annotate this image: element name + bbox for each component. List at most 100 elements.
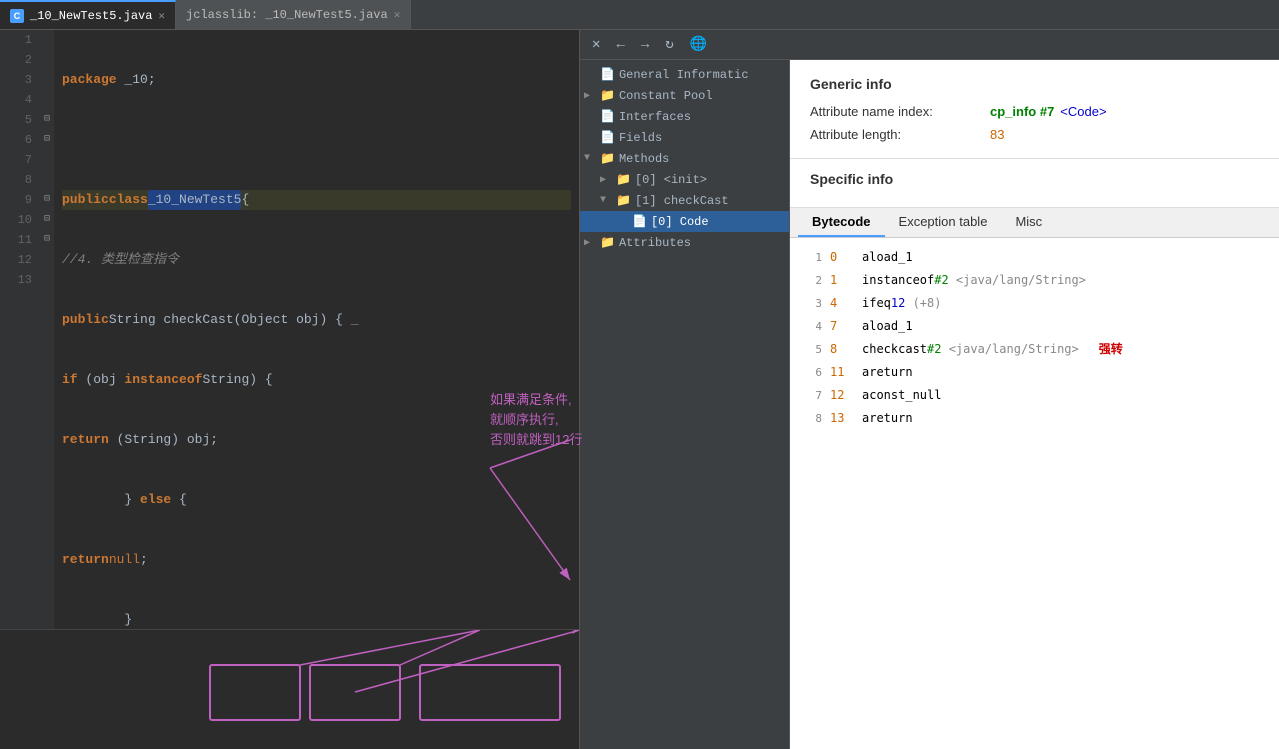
right-split: 📄 General Informatic ▶ 📁 Constant Pool 📄… <box>580 60 1279 749</box>
bc-instr-1: aload_1 <box>862 247 913 267</box>
tab-bar: C _10_NewTest5.java ✕ jclasslib: _10_New… <box>0 0 1279 30</box>
arrow-line-1 <box>300 630 480 665</box>
attr-length-label: Attribute length: <box>810 127 990 142</box>
fold-btn-5[interactable]: ⊟ <box>40 110 54 130</box>
bc-linenum-1: 1 <box>802 248 822 268</box>
arrow-line-3 <box>355 630 580 692</box>
code-content[interactable]: package _10; public class _10_NewTest5 {… <box>54 30 579 629</box>
code-line-6: if (obj instanceof String) { <box>62 370 571 390</box>
bc-linenum-4: 4 <box>802 317 822 337</box>
code-line-8: } else { <box>62 490 571 510</box>
tab-editor-label: _10_NewTest5.java <box>30 9 152 23</box>
tab-jclasslib-label: jclasslib: _10_NewTest5.java <box>186 8 388 22</box>
tree-item-general[interactable]: 📄 General Informatic <box>580 64 789 85</box>
refresh-btn[interactable]: ↻ <box>661 34 677 55</box>
chevron-methods: ▼ <box>584 153 596 164</box>
bc-ref-5[interactable]: #2 <box>927 339 941 359</box>
code-line-5: public String checkCast(Object obj) { _ <box>62 310 571 330</box>
chevron-method-checkcast: ▼ <box>600 195 612 206</box>
anno-box-2 <box>310 665 400 720</box>
main-layout: 1234 5678 910111213 ⊟ ⊟ ⊟ ⊟ ⊟ package _1… <box>0 30 1279 749</box>
bc-jump-3: 12 <box>891 293 905 313</box>
bc-offset-3: 4 <box>830 293 854 313</box>
tree-label-method-init: [0] <init> <box>635 173 707 187</box>
code-line-9: return null; <box>62 550 571 570</box>
info-panel: Generic info Attribute name index: cp_in… <box>790 60 1279 749</box>
bc-instr-5: checkcast <box>862 339 927 359</box>
tab-misc[interactable]: Misc <box>1001 208 1056 237</box>
bc-offset-1: 0 <box>830 247 854 267</box>
tab-jclasslib[interactable]: jclasslib: _10_NewTest5.java ✕ <box>176 0 411 29</box>
bc-comment-3: (+8) <box>905 293 941 313</box>
bc-instr-3: ifeq <box>862 293 891 313</box>
tree-item-method-checkcast[interactable]: ▼ 📁 [1] checkCast <box>580 190 789 211</box>
bc-comment-2: <java/lang/String> <box>949 270 1086 290</box>
code-area[interactable]: 1234 5678 910111213 ⊟ ⊟ ⊟ ⊟ ⊟ package _1… <box>0 30 579 629</box>
attr-length-row: Attribute length: 83 <box>810 127 1259 142</box>
tree-label-code: [0] Code <box>651 215 709 229</box>
fold-btn-6[interactable]: ⊟ <box>40 130 54 150</box>
chevron-constant-pool: ▶ <box>584 90 596 102</box>
tree-file-icon-code: 📄 <box>632 214 647 229</box>
fold-gutter: ⊟ ⊟ ⊟ ⊟ ⊟ <box>40 30 54 629</box>
tree-label-methods: Methods <box>619 152 669 166</box>
bc-offset-8: 13 <box>830 408 854 428</box>
code-line-4: //4. 类型检查指令 <box>62 250 571 270</box>
bc-ref-2[interactable]: #2 <box>934 270 948 290</box>
code-line-1: package _10; <box>62 70 571 90</box>
close-btn[interactable]: ✕ <box>588 34 604 55</box>
tab-bytecode[interactable]: Bytecode <box>798 208 885 237</box>
tree-folder-icon-constant-pool: 📁 <box>600 88 615 103</box>
specific-info-title: Specific info <box>810 171 1259 187</box>
tab-jclasslib-close[interactable]: ✕ <box>394 8 401 22</box>
java-icon: C <box>10 9 24 23</box>
bc-row-5: 5 8 checkcast #2 <java/lang/String> 强转 <box>790 338 1279 361</box>
tab-editor-close[interactable]: ✕ <box>158 9 165 23</box>
bc-offset-4: 7 <box>830 316 854 336</box>
tree-item-fields[interactable]: 📄 Fields <box>580 127 789 148</box>
tree-item-methods[interactable]: ▼ 📁 Methods <box>580 148 789 169</box>
fold-btn-9[interactable]: ⊟ <box>40 190 54 210</box>
annotation-area <box>0 629 579 749</box>
attr-name-label: Attribute name index: <box>810 104 990 119</box>
tree-item-attributes[interactable]: ▶ 📁 Attributes <box>580 232 789 253</box>
bc-bold-5: 强转 <box>1099 339 1123 359</box>
bytecode-content[interactable]: 1 0 aload_1 2 1 instanceof #2 <java/lang… <box>790 238 1279 749</box>
tree-item-interfaces[interactable]: 📄 Interfaces <box>580 106 789 127</box>
bc-linenum-5: 5 <box>802 340 822 360</box>
attr-name-row: Attribute name index: cp_info #7 <Code> <box>810 104 1259 119</box>
arrow-line-2 <box>400 630 480 665</box>
code-line-10: } <box>62 610 571 629</box>
tab-exception[interactable]: Exception table <box>885 208 1002 237</box>
tab-editor[interactable]: C _10_NewTest5.java ✕ <box>0 0 176 29</box>
bc-offset-5: 8 <box>830 339 854 359</box>
line-numbers: 1234 5678 910111213 <box>0 30 40 629</box>
jclasslib-toolbar: ✕ ← → ↻ 🌐 <box>580 30 1279 60</box>
bc-row-6: 6 11 areturn <box>790 361 1279 384</box>
editor-panel: 1234 5678 910111213 ⊟ ⊟ ⊟ ⊟ ⊟ package _1… <box>0 30 580 749</box>
bc-comment-5: <java/lang/String> <box>941 339 1078 359</box>
bc-instr-4: aload_1 <box>862 316 913 336</box>
tree-file-icon-general: 📄 <box>600 67 615 82</box>
globe-btn[interactable]: 🌐 <box>686 34 711 55</box>
fold-btn-11[interactable]: ⊟ <box>40 230 54 250</box>
back-btn[interactable]: ← <box>612 35 628 55</box>
tree-item-method-init[interactable]: ▶ 📁 [0] <init> <box>580 169 789 190</box>
tree-folder-icon-attributes: 📁 <box>600 235 615 250</box>
annotation-svg <box>0 630 580 749</box>
forward-btn[interactable]: → <box>637 35 653 55</box>
tree-label-interfaces: Interfaces <box>619 110 691 124</box>
tree-item-code[interactable]: 📄 [0] Code <box>580 211 789 232</box>
right-panel: ✕ ← → ↻ 🌐 📄 General Informatic ▶ 📁 Const… <box>580 30 1279 749</box>
fold-btn-10[interactable]: ⊟ <box>40 210 54 230</box>
tree-label-fields: Fields <box>619 131 662 145</box>
bc-instr-2: instanceof <box>862 270 934 290</box>
code-line-3: public class _10_NewTest5 { <box>62 190 571 210</box>
attr-name-value[interactable]: cp_info #7 <box>990 104 1054 119</box>
bc-instr-7: aconst_null <box>862 385 941 405</box>
bc-row-4: 4 7 aload_1 <box>790 315 1279 338</box>
arrow-head <box>572 630 580 634</box>
tree-item-constant-pool[interactable]: ▶ 📁 Constant Pool <box>580 85 789 106</box>
bc-offset-7: 12 <box>830 385 854 405</box>
chevron-attributes: ▶ <box>584 237 596 249</box>
